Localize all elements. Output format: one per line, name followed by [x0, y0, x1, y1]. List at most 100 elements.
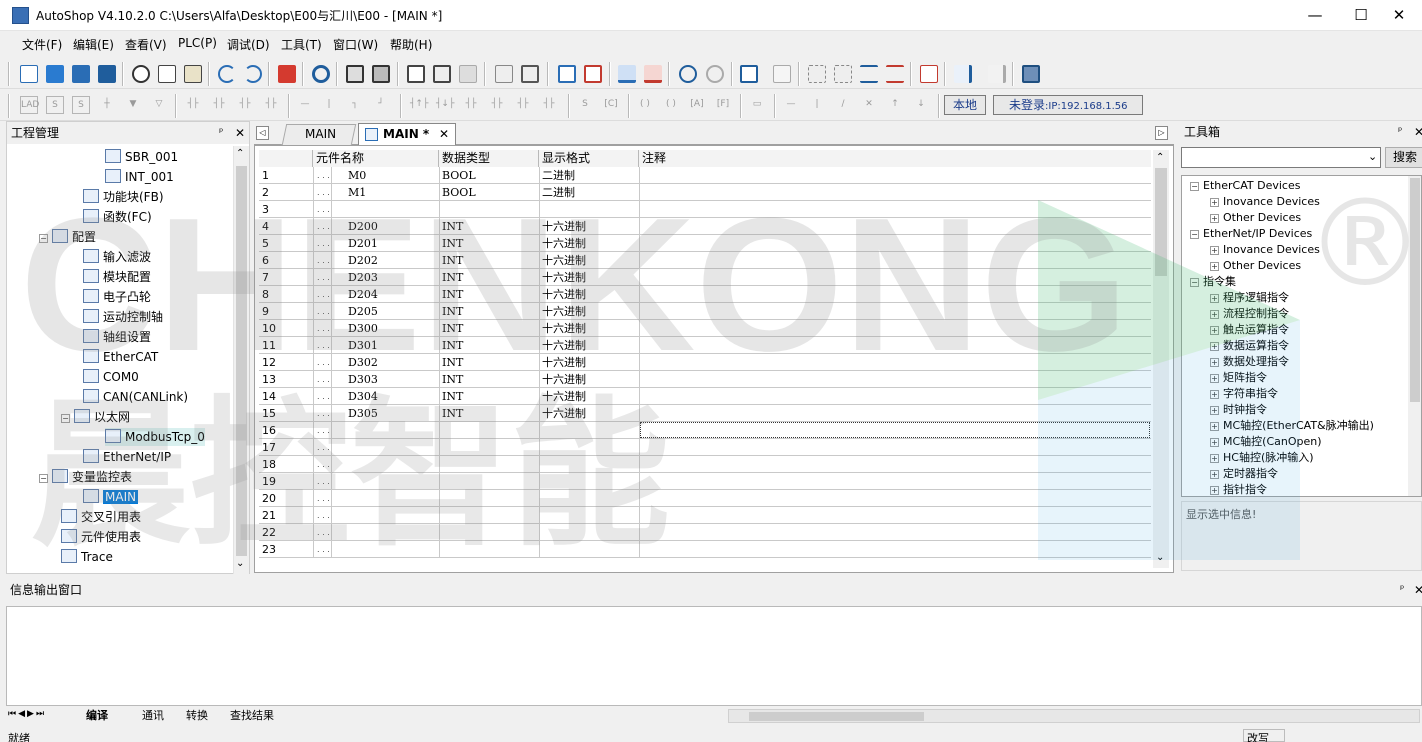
- monitor-stop-icon[interactable]: [704, 63, 726, 85]
- scroll-thumb[interactable]: [1155, 168, 1167, 276]
- element-name-cell[interactable]: [348, 201, 438, 217]
- coil2-icon[interactable]: ( ): [662, 96, 680, 114]
- print-icon[interactable]: [370, 63, 392, 85]
- comment-cell[interactable]: [642, 507, 1150, 523]
- display-format-cell[interactable]: [542, 422, 638, 438]
- delete-icon[interactable]: [276, 63, 298, 85]
- panel-close-icon[interactable]: ✕: [235, 122, 245, 144]
- display-format-cell[interactable]: 十六进制: [542, 354, 638, 370]
- force-off-icon[interactable]: [832, 63, 854, 85]
- tree-item-ethernet[interactable]: − 以太网: [61, 408, 130, 426]
- tree-item-int001[interactable]: INT_001: [105, 168, 174, 186]
- element-name-cell[interactable]: [348, 473, 438, 489]
- table-row[interactable]: 1 . . . M0 BOOL 二进制: [259, 167, 1151, 184]
- comment-cell[interactable]: [642, 201, 1150, 217]
- data-type-cell[interactable]: INT: [442, 269, 538, 285]
- element-name-cell[interactable]: D203: [348, 269, 438, 285]
- expand-icon[interactable]: +: [1210, 406, 1219, 415]
- panel-close-icon[interactable]: ✕: [1414, 579, 1422, 601]
- comment-cell[interactable]: [642, 218, 1150, 234]
- search-icon[interactable]: [310, 63, 332, 85]
- toolbox-tree-item[interactable]: + 触点运算指令: [1210, 322, 1289, 338]
- row-dots-cell[interactable]: . . .: [317, 218, 331, 234]
- comment-cell[interactable]: [642, 524, 1150, 540]
- parallel-nc-icon[interactable]: ┤├: [262, 96, 280, 114]
- scroll-thumb[interactable]: [749, 712, 924, 721]
- element-name-cell[interactable]: [348, 456, 438, 472]
- table-row[interactable]: 11 . . . D301 INT 十六进制: [259, 337, 1151, 354]
- comment-cell[interactable]: [642, 456, 1150, 472]
- expand-icon[interactable]: +: [1210, 422, 1219, 431]
- print-preview-icon[interactable]: [344, 63, 366, 85]
- row-dots-cell[interactable]: . . .: [317, 303, 331, 319]
- no-contact-icon[interactable]: ┤├: [184, 96, 202, 114]
- comment-cell[interactable]: [642, 337, 1150, 353]
- comment-cell[interactable]: [642, 405, 1150, 421]
- rising-edge-icon[interactable]: ┤↑├: [410, 96, 428, 114]
- output-nav-buttons[interactable]: ⏮◀▶⏭: [8, 709, 46, 719]
- panel-close-icon[interactable]: ✕: [1414, 121, 1422, 143]
- expand-icon[interactable]: +: [1210, 342, 1219, 351]
- login-status-field[interactable]: 未登录:IP:192.168.1.56: [993, 95, 1143, 115]
- element-name-cell[interactable]: D201: [348, 235, 438, 251]
- draw-vline-icon[interactable]: |: [808, 96, 826, 114]
- tree-item-canlink[interactable]: CAN(CANLink): [83, 388, 188, 406]
- comment-cell[interactable]: [642, 269, 1150, 285]
- row-dots-cell[interactable]: . . .: [317, 320, 331, 336]
- display-format-cell[interactable]: [542, 439, 638, 455]
- plc-info-icon[interactable]: [1020, 63, 1042, 85]
- data-type-cell[interactable]: [442, 422, 538, 438]
- display-format-cell[interactable]: [542, 201, 638, 217]
- row-dots-cell[interactable]: . . .: [317, 269, 331, 285]
- expand-icon[interactable]: +: [1210, 214, 1219, 223]
- compare-icon[interactable]: [457, 63, 479, 85]
- expand-icon[interactable]: +: [1210, 454, 1219, 463]
- edge-parallel2-icon[interactable]: ┤├: [488, 96, 506, 114]
- menu-plc[interactable]: PLC(P): [178, 36, 217, 50]
- data-type-cell[interactable]: [442, 439, 538, 455]
- expand-icon[interactable]: +: [1210, 390, 1219, 399]
- display-format-cell[interactable]: 十六进制: [542, 235, 638, 251]
- comment-cell[interactable]: [642, 439, 1150, 455]
- tree-item-function[interactable]: 函数(FC): [83, 208, 152, 226]
- toolbox-tree-item[interactable]: + Other Devices: [1210, 210, 1301, 226]
- toolbox-search-button[interactable]: 搜索: [1385, 147, 1422, 168]
- tree-item-modbustcp[interactable]: ModbusTcp_0: [105, 428, 205, 446]
- toolbox-tree-item[interactable]: − 指令集: [1190, 274, 1236, 290]
- tab-scroll-left-icon[interactable]: ◁: [256, 126, 269, 140]
- display-format-cell[interactable]: 十六进制: [542, 320, 638, 336]
- close-button[interactable]: ✕: [1376, 0, 1422, 31]
- display-format-cell[interactable]: 二进制: [542, 167, 638, 183]
- new-file-icon[interactable]: [18, 63, 40, 85]
- element-name-cell[interactable]: [348, 439, 438, 455]
- function-block-icon[interactable]: [A]: [688, 96, 706, 114]
- grid-scrollbar[interactable]: ⌃ ⌄: [1153, 150, 1169, 568]
- login-icon[interactable]: [952, 63, 974, 85]
- menu-edit[interactable]: 编辑(E): [73, 36, 114, 53]
- collapse-icon[interactable]: −: [39, 474, 48, 483]
- reset-icon[interactable]: [884, 63, 906, 85]
- expand-icon[interactable]: +: [1210, 198, 1219, 207]
- set-icon[interactable]: [858, 63, 880, 85]
- row-dots-cell[interactable]: . . .: [317, 473, 331, 489]
- table-row[interactable]: 22 . . .: [259, 524, 1151, 541]
- row-dots-cell[interactable]: . . .: [317, 201, 331, 217]
- expand-icon[interactable]: +: [1210, 486, 1219, 495]
- table-row[interactable]: 20 . . .: [259, 490, 1151, 507]
- scroll-thumb[interactable]: [236, 166, 247, 556]
- st-icon[interactable]: S: [72, 96, 90, 114]
- table-row[interactable]: 12 . . . D302 INT 十六进制: [259, 354, 1151, 371]
- row-dots-cell[interactable]: . . .: [317, 422, 331, 438]
- hline-icon[interactable]: —: [296, 96, 314, 114]
- toolbox-tree-item[interactable]: + 数据处理指令: [1210, 354, 1289, 370]
- table-row[interactable]: 4 . . . D200 INT 十六进制: [259, 218, 1151, 235]
- element-name-cell[interactable]: D305: [348, 405, 438, 421]
- upload-icon[interactable]: [642, 63, 664, 85]
- data-type-cell[interactable]: BOOL: [442, 184, 538, 200]
- display-format-cell[interactable]: [542, 490, 638, 506]
- data-type-cell[interactable]: INT: [442, 235, 538, 251]
- output-tab-search-results[interactable]: 查找结果: [230, 708, 274, 724]
- tree-item-com0[interactable]: COM0: [83, 368, 139, 386]
- data-type-cell[interactable]: INT: [442, 371, 538, 387]
- chevron-down-icon[interactable]: ⌄: [1156, 552, 1164, 563]
